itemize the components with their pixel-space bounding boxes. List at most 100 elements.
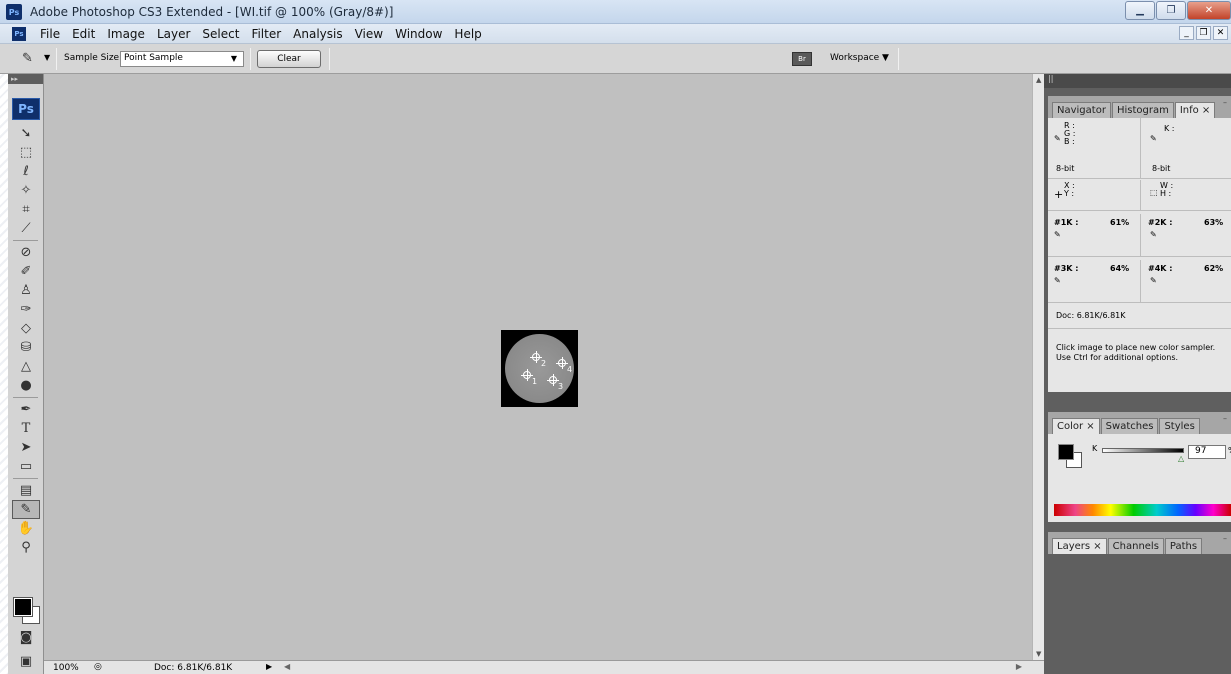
doc-close-button[interactable]: ✕	[1213, 26, 1228, 40]
path-selection-tool-icon[interactable]: ➤	[8, 438, 44, 457]
healing-brush-tool-icon[interactable]: ⊘	[8, 243, 44, 262]
info-doc-size: Doc: 6.81K/6.81K	[1056, 311, 1126, 320]
slice-tool-icon[interactable]: ⟋	[8, 219, 44, 238]
status-bar: 100% ◎ Doc: 6.81K/6.81K ▶ ◀ ▶	[44, 660, 1044, 674]
brush-tool-icon[interactable]: ✐	[8, 262, 44, 281]
eyedropper-icon: ✎	[1054, 230, 1061, 239]
pen-tool-icon[interactable]: ✒	[8, 400, 44, 419]
color-sampler-marker[interactable]: 2	[530, 351, 546, 368]
tab-navigator[interactable]: Navigator	[1052, 102, 1111, 118]
slider-handle-icon[interactable]: △	[1178, 454, 1184, 463]
magic-wand-tool-icon[interactable]: ✧	[8, 181, 44, 200]
dodge-tool-icon[interactable]: ●	[8, 376, 44, 395]
doc-minimize-button[interactable]: _	[1179, 26, 1194, 40]
scroll-down-icon[interactable]: ▼	[1036, 650, 1041, 658]
dock-grip[interactable]: ||	[1044, 74, 1231, 88]
chevron-down-icon[interactable]: ▼	[44, 53, 50, 62]
foreground-color-swatch[interactable]	[13, 597, 33, 617]
options-separator	[250, 48, 251, 70]
workspace-button[interactable]: Workspace ▼	[830, 53, 889, 63]
color-sampler-marker[interactable]: 4	[556, 357, 572, 374]
screen-mode-icon[interactable]: ▣	[8, 652, 44, 671]
tab-paths[interactable]: Paths	[1164, 538, 1203, 554]
info-hint-line-2: Use Ctrl for additional options.	[1056, 353, 1179, 362]
color-sampler-marker[interactable]: 3	[547, 374, 563, 391]
blur-tool-icon[interactable]: △	[8, 357, 44, 376]
menu-layer[interactable]: Layer	[151, 27, 196, 41]
foreground-color-swatch[interactable]	[1058, 444, 1074, 460]
sampler-1-value: 61%	[1110, 218, 1130, 227]
tab-channels[interactable]: Channels	[1107, 538, 1164, 554]
color-sampler-marker[interactable]: 1	[521, 369, 537, 386]
scroll-right-icon[interactable]: ▶	[1016, 662, 1022, 671]
menu-analysis[interactable]: Analysis	[287, 27, 348, 41]
status-info-icon[interactable]: ◎	[94, 662, 102, 672]
doc-restore-button[interactable]: ❐	[1196, 26, 1211, 40]
tab-info[interactable]: Info ×	[1174, 102, 1216, 118]
color-ramp[interactable]	[1054, 504, 1231, 516]
menu-filter[interactable]: Filter	[245, 27, 287, 41]
move-tool-icon[interactable]: ➘	[8, 124, 44, 143]
toolbox-grip[interactable]: ▸▸	[8, 74, 43, 84]
options-separator	[329, 48, 330, 70]
color-panel-body: K △ 97 %	[1048, 434, 1231, 522]
clear-button[interactable]: Clear	[257, 50, 321, 68]
document-window-controls: _ ❐ ✕	[1177, 26, 1228, 40]
notes-tool-icon[interactable]: ▤	[8, 481, 44, 500]
window-controls: ▁ ❐ ✕	[1124, 1, 1231, 20]
clone-stamp-tool-icon[interactable]: ♙	[8, 281, 44, 300]
k-slider[interactable]	[1102, 448, 1184, 453]
minimize-button[interactable]: ▁	[1125, 1, 1155, 20]
color-sampler-tool-preset-icon[interactable]: ✎	[22, 51, 33, 66]
menu-image[interactable]: Image	[101, 27, 151, 41]
toolbox: ▸▸ Ps ➘ ⬚ ℓ ✧ ⌗ ⟋ ⊘ ✐ ♙ ✑ ◇ ⛁ △ ● ✒ T ➤ …	[8, 74, 44, 674]
window-title: Adobe Photoshop CS3 Extended - [WI.tif @…	[30, 5, 394, 19]
sample-size-select[interactable]: Point Sample ▼	[120, 51, 244, 67]
ps-logo[interactable]: Ps	[12, 98, 40, 120]
document-image[interactable]: 2 4 1 3	[501, 330, 578, 407]
menu-edit[interactable]: Edit	[66, 27, 101, 41]
sampler-3-value: 64%	[1110, 264, 1130, 273]
color-panel: Color × Swatches Styles – K △ 97 %	[1048, 412, 1231, 522]
sampler-number: 4	[567, 365, 573, 374]
history-brush-tool-icon[interactable]: ✑	[8, 300, 44, 319]
document-icon[interactable]: Ps	[12, 26, 26, 41]
menu-view[interactable]: View	[349, 27, 389, 41]
tab-layers[interactable]: Layers ×	[1052, 538, 1107, 554]
menu-file[interactable]: File	[34, 27, 66, 41]
status-menu-arrow-icon[interactable]: ▶	[266, 662, 272, 671]
menu-window[interactable]: Window	[389, 27, 448, 41]
type-tool-icon[interactable]: T	[8, 419, 44, 438]
scroll-left-icon[interactable]: ◀	[284, 662, 290, 671]
menu-select[interactable]: Select	[196, 27, 245, 41]
panel-menu-icon[interactable]: –	[1223, 534, 1227, 543]
canvas-area[interactable]: 2 4 1 3	[44, 74, 1032, 660]
tab-styles[interactable]: Styles	[1159, 418, 1200, 434]
marquee-tool-icon[interactable]: ⬚	[8, 143, 44, 162]
sample-size-value: Point Sample	[124, 53, 183, 63]
color-sampler-tool-icon[interactable]: ✎	[12, 500, 40, 519]
quick-mask-icon[interactable]: ◙	[8, 628, 44, 647]
k-value-input[interactable]: 97	[1188, 445, 1226, 459]
scroll-up-icon[interactable]: ▲	[1036, 76, 1041, 84]
paint-bucket-tool-icon[interactable]: ⛁	[8, 338, 44, 357]
shape-tool-icon[interactable]: ▭	[8, 457, 44, 476]
tab-color[interactable]: Color ×	[1052, 418, 1100, 434]
vertical-scrollbar[interactable]: ▲ ▼	[1032, 74, 1044, 660]
hand-tool-icon[interactable]: ✋	[8, 519, 44, 538]
zoom-level[interactable]: 100%	[53, 663, 79, 673]
bridge-icon[interactable]: Br	[792, 52, 812, 66]
menu-help[interactable]: Help	[448, 27, 487, 41]
eraser-tool-icon[interactable]: ◇	[8, 319, 44, 338]
tab-swatches[interactable]: Swatches	[1100, 418, 1159, 434]
lasso-tool-icon[interactable]: ℓ	[8, 162, 44, 181]
doc-size: Doc: 6.81K/6.81K	[154, 663, 233, 673]
panel-menu-icon[interactable]: –	[1223, 98, 1227, 107]
maximize-button[interactable]: ❐	[1156, 1, 1186, 20]
zoom-tool-icon[interactable]: ⚲	[8, 538, 44, 557]
crop-tool-icon[interactable]: ⌗	[8, 200, 44, 219]
panel-menu-icon[interactable]: –	[1223, 414, 1227, 423]
tab-histogram[interactable]: Histogram	[1111, 102, 1174, 118]
close-button[interactable]: ✕	[1187, 1, 1231, 20]
info-hint-area: Click image to place new color sampler. …	[1048, 328, 1231, 392]
